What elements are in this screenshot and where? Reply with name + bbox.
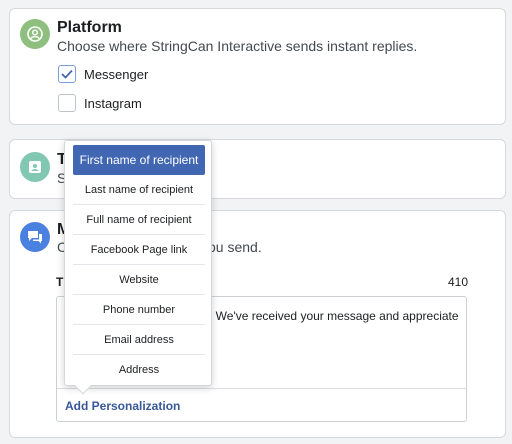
menu-item-phone-number[interactable]: Phone number	[73, 295, 205, 325]
menu-item-address[interactable]: Address	[73, 355, 205, 385]
personalization-menu: First name of recipient Last name of rec…	[64, 140, 212, 395]
instagram-label: Instagram	[84, 96, 142, 111]
menu-item-website[interactable]: Website	[73, 265, 205, 295]
instagram-checkbox[interactable]	[58, 94, 76, 112]
messenger-label: Messenger	[84, 67, 149, 82]
message-text[interactable]: . We've received your message and apprec…	[209, 309, 459, 323]
menu-item-last-name[interactable]: Last name of recipient	[73, 175, 205, 205]
menu-item-full-name[interactable]: Full name of recipient	[73, 205, 205, 235]
message-label: T	[56, 275, 64, 289]
tone-icon	[20, 152, 50, 182]
menu-item-email-address[interactable]: Email address	[73, 325, 205, 355]
platform-description: Choose where StringCan Interactive sends…	[57, 38, 418, 54]
platform-card: Platform Choose where StringCan Interact…	[9, 8, 506, 125]
message-icon	[20, 222, 50, 252]
checkmark-icon	[61, 69, 73, 79]
platform-icon	[20, 19, 50, 49]
menu-item-facebook-page-link[interactable]: Facebook Page link	[73, 235, 205, 265]
platform-title: Platform	[57, 19, 122, 36]
editor-footer: Add Personalization	[57, 388, 466, 421]
add-personalization-button[interactable]: Add Personalization	[65, 399, 180, 413]
menu-item-first-name[interactable]: First name of recipient	[73, 145, 205, 175]
messenger-checkbox[interactable]	[58, 65, 76, 83]
message-description-right: ou send.	[208, 239, 262, 255]
character-count: 410	[448, 275, 469, 289]
